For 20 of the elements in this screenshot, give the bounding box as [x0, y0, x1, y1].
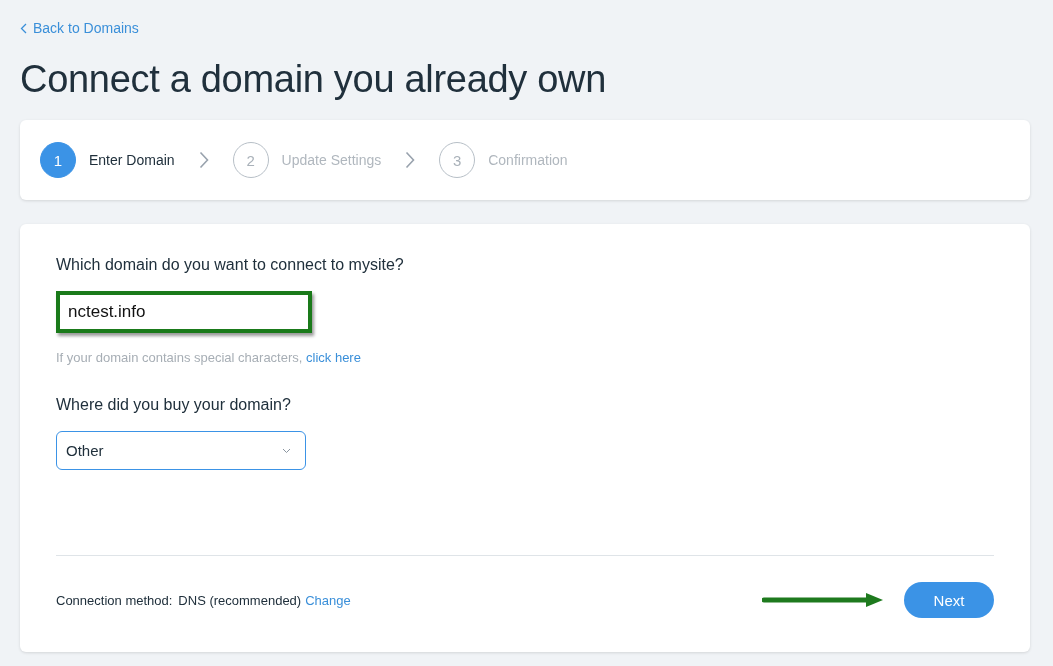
- registrar-question: Where did you buy your domain?: [56, 396, 292, 414]
- chevron-down-icon: [282, 447, 291, 454]
- method-label: Connection method:: [56, 592, 173, 608]
- back-link[interactable]: Back to Domains: [20, 18, 139, 38]
- domain-question: Which domain do you want to connect to mysite?: [56, 256, 405, 274]
- chevron-right-icon: [405, 151, 416, 169]
- chevron-right-icon: [198, 151, 209, 169]
- click-here-link[interactable]: click here: [306, 350, 361, 365]
- next-button[interactable]: Next: [904, 582, 994, 618]
- step-label: Confirmation: [488, 152, 568, 168]
- registrar-dropdown[interactable]: Other: [56, 431, 306, 470]
- change-link[interactable]: Change: [305, 592, 351, 608]
- step-label: Update Settings: [281, 152, 382, 168]
- domain-input-field[interactable]: nctest.info: [56, 291, 312, 333]
- hint-text: If your domain contains special characters, click here: [56, 350, 362, 365]
- chevron-left-icon: [20, 22, 27, 34]
- page-title: Connect a domain you already own: [20, 58, 608, 101]
- method-value: DNS (recommended): [178, 592, 302, 608]
- step-label: Enter Domain: [89, 152, 175, 168]
- step-number: 1: [40, 142, 76, 178]
